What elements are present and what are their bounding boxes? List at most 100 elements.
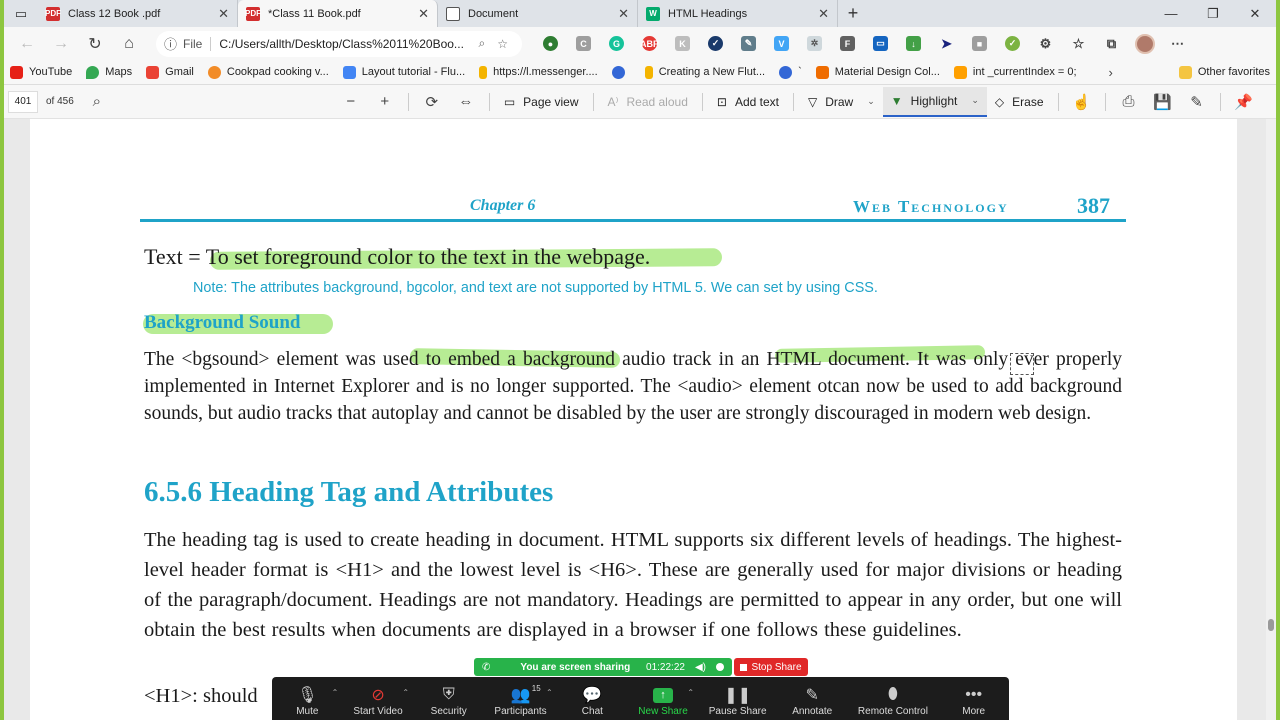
extensions-puzzle-icon[interactable]: ⚙: [1029, 30, 1062, 58]
chevron-up-icon[interactable]: ⌃: [332, 688, 339, 697]
favorite-backtick[interactable]: `: [779, 65, 802, 79]
start-video-button[interactable]: ⊘ ⌃ Start Video: [353, 684, 409, 717]
favorite-current-index[interactable]: int _currentIndex = 0;: [953, 65, 1077, 79]
favorite-star-icon[interactable]: ☆: [497, 37, 508, 51]
chevron-down-icon[interactable]: ⌄: [971, 95, 979, 106]
chat-button[interactable]: 💬 Chat: [567, 684, 617, 717]
refresh-icon[interactable]: ↻: [78, 30, 112, 58]
tab-title: Class 12 Book .pdf: [68, 7, 161, 20]
favorite-unknown-blue[interactable]: [611, 65, 631, 79]
chevron-right-icon[interactable]: ›: [1109, 65, 1113, 80]
close-icon[interactable]: ✕: [418, 6, 429, 22]
save-icon[interactable]: 💾: [1146, 87, 1180, 117]
remote-control-button[interactable]: ⬮ Remote Control: [858, 684, 928, 717]
tab-html-headings[interactable]: W HTML Headings ✕: [638, 0, 838, 27]
close-icon[interactable]: ✕: [218, 6, 229, 22]
more-menu-icon[interactable]: ⋯: [1161, 30, 1194, 58]
save-as-icon[interactable]: ✎: [1180, 87, 1214, 117]
extension-cube-icon[interactable]: ■: [963, 30, 996, 58]
extension-arrow-icon[interactable]: ➤: [930, 30, 963, 58]
tab-title: *Class 11 Book.pdf: [268, 7, 361, 20]
forward-icon[interactable]: →: [44, 30, 78, 58]
favorite-creating-flutter[interactable]: Creating a New Flut...: [644, 65, 765, 79]
close-icon[interactable]: ✕: [618, 6, 629, 22]
security-button[interactable]: ⛨ Security: [424, 684, 474, 717]
tab-class11-book[interactable]: PDF *Class 11 Book.pdf ✕: [238, 0, 438, 27]
zoom-icon[interactable]: ⌕: [479, 36, 486, 51]
favorite-cookpad[interactable]: Cookpad cooking v...: [207, 65, 329, 79]
favorite-material-design[interactable]: Material Design Col...: [815, 65, 940, 79]
page-view-button[interactable]: ▭ Page view: [496, 87, 587, 117]
extension-f-icon[interactable]: F: [831, 30, 864, 58]
screen-sharing-indicator[interactable]: ✆ You are screen sharing 01:22:22 ◀): [474, 658, 732, 676]
erase-button[interactable]: ◇ Erase: [987, 87, 1052, 117]
add-text-button[interactable]: ⊡ Add text: [709, 87, 787, 117]
pen-icon: ✎: [805, 687, 819, 704]
mute-button[interactable]: 🎙 ⌃ Mute: [282, 684, 338, 717]
extension-grammarly-icon[interactable]: G: [600, 30, 633, 58]
extension-earth-icon[interactable]: ●: [534, 30, 567, 58]
draw-button[interactable]: ▽ Draw ⌄: [800, 87, 883, 117]
pdf-viewport[interactable]: Chapter 6 Web Technology 387 Text = To s…: [4, 119, 1276, 720]
more-button[interactable]: ••• More: [949, 684, 999, 717]
extension-screen-icon[interactable]: ▭: [864, 30, 897, 58]
favorite-youtube[interactable]: YouTube: [10, 65, 72, 79]
highlight-button[interactable]: ▼ Highlight ⌄: [882, 86, 987, 117]
close-window-icon[interactable]: ✕: [1234, 0, 1276, 27]
favorites-icon[interactable]: ☆: [1062, 30, 1095, 58]
fit-page-icon[interactable]: ⇔: [449, 87, 483, 117]
new-tab-button[interactable]: +: [838, 0, 868, 27]
extension-c-icon[interactable]: C: [567, 30, 600, 58]
tab-actions-icon[interactable]: ▭: [4, 0, 38, 27]
pen-icon: [953, 65, 967, 79]
extension-green-icon[interactable]: ✓: [996, 30, 1029, 58]
extension-check-icon[interactable]: ✓: [699, 30, 732, 58]
extension-adblock-icon[interactable]: ABP: [633, 30, 666, 58]
chevron-up-icon[interactable]: ⌃: [546, 688, 553, 697]
chevron-down-icon[interactable]: ⌄: [867, 96, 875, 107]
favorite-messenger[interactable]: https://l.messenger....: [479, 65, 598, 79]
restore-icon[interactable]: ❐: [1192, 0, 1234, 27]
participants-button[interactable]: 👥 15 ⌃ Participants: [494, 684, 552, 717]
zoom-in-icon[interactable]: +: [368, 87, 402, 117]
close-icon[interactable]: ✕: [818, 6, 829, 22]
scrollbar[interactable]: [1266, 119, 1276, 720]
tab-class12-book[interactable]: PDF Class 12 Book .pdf ✕: [38, 0, 238, 27]
rotate-icon[interactable]: ⟳: [415, 87, 449, 117]
read-aloud-button[interactable]: A⁾ Read aloud: [600, 87, 696, 117]
back-icon[interactable]: ←: [10, 30, 44, 58]
page-number-input[interactable]: 401: [8, 90, 38, 113]
favorite-layout-tutorial[interactable]: Layout tutorial - Flu...: [342, 65, 465, 79]
touch-icon[interactable]: ☝: [1065, 87, 1099, 117]
profile-avatar[interactable]: [1128, 30, 1161, 58]
extension-v-icon[interactable]: V: [765, 30, 798, 58]
read-aloud-icon: A⁾: [607, 94, 619, 109]
print-icon[interactable]: ⎙: [1112, 87, 1146, 117]
extension-tool-icon[interactable]: ✎: [732, 30, 765, 58]
zoom-out-icon[interactable]: −: [334, 87, 368, 117]
stop-share-button[interactable]: Stop Share: [734, 658, 808, 676]
highlight-label: Highlight: [910, 93, 958, 108]
search-icon[interactable]: ⌕: [80, 87, 114, 117]
other-favorites[interactable]: Other favorites: [1178, 65, 1270, 79]
chevron-up-icon[interactable]: ⌃: [402, 688, 409, 697]
url-input[interactable]: ⓘ File C:/Users/allth/Desktop/Class%2011…: [156, 30, 522, 57]
pin-icon[interactable]: 📌: [1227, 87, 1261, 117]
info-icon[interactable]: ⓘ: [164, 34, 177, 53]
extension-download-icon[interactable]: ↓: [897, 30, 930, 58]
chevron-up-icon[interactable]: ⌃: [687, 688, 694, 697]
pause-share-button[interactable]: ❚❚ Pause Share: [709, 684, 767, 717]
tab-document[interactable]: Document ✕: [438, 0, 638, 27]
new-share-button[interactable]: ↑ ⌃ New Share: [638, 684, 694, 717]
minimize-icon[interactable]: —: [1150, 0, 1192, 27]
scrollbar-thumb[interactable]: [1268, 619, 1274, 631]
annotate-button[interactable]: ✎ Annotate: [787, 684, 837, 717]
favorite-gmail[interactable]: Gmail: [146, 65, 194, 79]
divider: [792, 92, 794, 111]
collections-icon[interactable]: ⧉: [1095, 30, 1128, 58]
extension-gray-icon[interactable]: K: [666, 30, 699, 58]
extension-gear-icon[interactable]: ✲: [798, 30, 831, 58]
home-icon[interactable]: ⌂: [112, 30, 146, 58]
url-text[interactable]: C:/Users/allth/Desktop/Class%2011%20Boo.…: [219, 37, 472, 51]
favorite-maps[interactable]: Maps: [86, 65, 132, 79]
